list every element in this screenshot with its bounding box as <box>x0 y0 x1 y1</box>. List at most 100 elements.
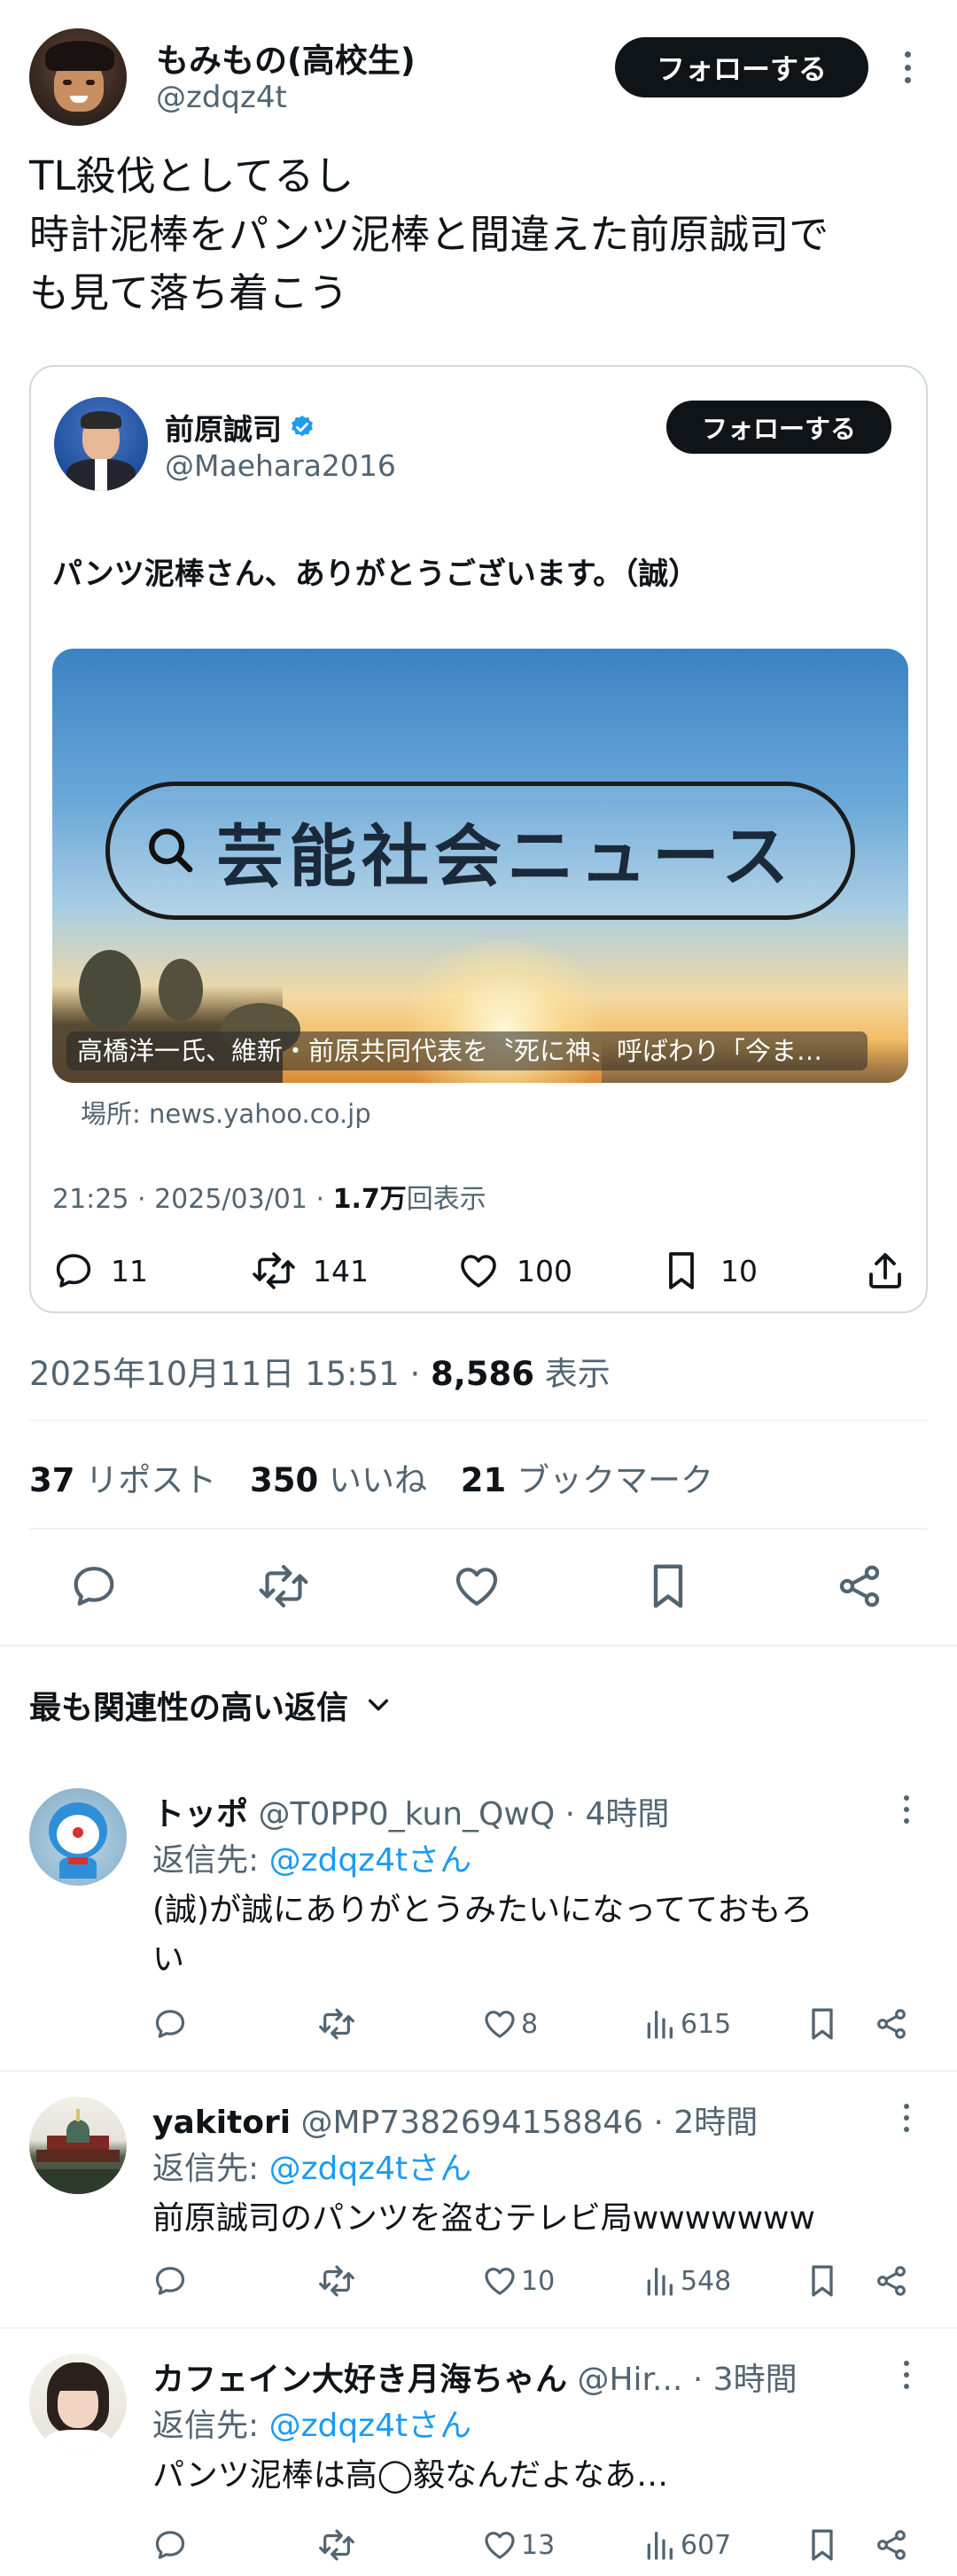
reposts-label: リポスト <box>85 1461 217 1499</box>
share-icon <box>839 1565 880 1607</box>
reply-avatar[interactable] <box>29 1788 127 1886</box>
reply-text-line: 前原誠司のパンツを盗むテレビ局wwwwwww <box>152 2200 815 2237</box>
timestamp-text[interactable]: 2025年10月11日 15:51 · <box>29 1355 431 1393</box>
reply-header: yakitori @MP7382694158846 · 2時間 <box>152 2097 888 2143</box>
card-search-bar: 芸能社会ニュース <box>105 782 855 920</box>
reply-avatar[interactable] <box>29 2097 127 2194</box>
quoted-follow-button[interactable]: フォローする <box>666 401 891 454</box>
link-card-image[interactable]: 芸能社会ニュース 高橋洋一氏、維新・前原共同代表を〝死に神〟呼ばわり「今ま… <box>52 649 908 1083</box>
share-icon[interactable] <box>874 2263 909 2299</box>
share-icon[interactable] <box>864 1249 906 1292</box>
more-icon[interactable] <box>901 51 914 83</box>
repost-icon[interactable] <box>317 2263 356 2299</box>
repost-icon[interactable] <box>317 2527 356 2563</box>
quoted-author-avatar[interactable] <box>54 397 148 491</box>
divider <box>0 2327 957 2329</box>
reply-time[interactable]: · 4時間 <box>565 1796 670 1833</box>
bookmark-icon <box>653 1564 683 1608</box>
reply-author-handle[interactable]: @T0PP0_kun_QwQ <box>258 1796 555 1833</box>
reply-to-link[interactable]: @zdqz4tさん <box>269 2151 472 2187</box>
like-button[interactable] <box>452 1561 502 1611</box>
reply-text-line: い <box>152 1942 185 1978</box>
repost-icon <box>251 1249 297 1292</box>
author-handle[interactable]: @zdqz4t <box>156 80 287 115</box>
quoted-like-count: 100 <box>517 1253 572 1288</box>
reply-icon[interactable] <box>152 2006 188 2042</box>
reply-author-name[interactable]: yakitori <box>152 2105 291 2141</box>
reply-like-button[interactable]: 8 <box>482 2006 538 2042</box>
divider <box>0 1645 957 1646</box>
reposts-stat[interactable]: 37 リポスト <box>29 1461 216 1499</box>
reply-to-link[interactable]: @zdqz4tさん <box>269 2408 472 2444</box>
tweet-timestamp: 2025年10月11日 15:51 · 8,586 表示 <box>29 1347 611 1395</box>
reply-to: 返信先: @zdqz4tさん <box>152 1834 471 1880</box>
reply-time[interactable]: · 3時間 <box>693 2362 798 2398</box>
quoted-display-name[interactable]: 前原誠司 <box>165 406 282 448</box>
reply-author-name[interactable]: トッポ <box>152 1796 248 1833</box>
reply-icon[interactable] <box>152 2527 188 2563</box>
repost-icon[interactable] <box>317 2006 356 2042</box>
share-icon[interactable] <box>874 2006 909 2042</box>
share-button[interactable] <box>835 1561 884 1611</box>
share-icon[interactable] <box>874 2527 909 2563</box>
reply-item[interactable]: トッポ @T0PP0_kun_QwQ · 4時間 返信先: @zdqz4tさん … <box>0 1772 957 2070</box>
bookmark-button[interactable] <box>645 1561 691 1611</box>
reply-to-link[interactable]: @zdqz4tさん <box>269 1842 472 1879</box>
bookmark-icon[interactable] <box>806 2527 838 2563</box>
quoted-bookmark-count: 10 <box>720 1253 758 1288</box>
reply-icon[interactable] <box>152 2263 188 2299</box>
quoted-tweet-card[interactable]: 前原誠司 @Maehara2016 フォローする パンツ泥棒さん、ありがとうござ… <box>29 365 928 1313</box>
reply-header: カフェイン大好き月海ちゃん @Hir... · 3時間 <box>152 2354 888 2400</box>
quoted-views-label: 回表示 <box>406 1184 486 1215</box>
author-display-name[interactable]: もみもの(高校生) <box>156 34 416 82</box>
reply-like-button[interactable]: 10 <box>482 2263 555 2299</box>
quoted-bookmark-button[interactable]: 10 <box>662 1249 758 1292</box>
likes-stat[interactable]: 350 いいね <box>250 1461 427 1499</box>
bookmarks-stat[interactable]: 21 ブックマーク <box>461 1461 713 1499</box>
reply-views[interactable]: 548 <box>643 2263 731 2299</box>
reply-avatar[interactable] <box>29 2354 127 2451</box>
like-icon <box>482 2006 517 2042</box>
quoted-repost-button[interactable]: 141 <box>251 1249 369 1292</box>
card-source[interactable]: 場所: news.yahoo.co.jp <box>81 1093 371 1131</box>
quoted-reply-count: 11 <box>111 1253 148 1288</box>
reply-views[interactable]: 615 <box>643 2006 731 2042</box>
quoted-views-count: 1.7万 <box>332 1184 407 1215</box>
chevron-down-icon <box>364 1691 393 1719</box>
bookmark-icon[interactable] <box>806 2006 838 2042</box>
bookmarks-count: 21 <box>460 1461 507 1499</box>
replies-sort-dropdown[interactable]: 最も関連性の高い返信 <box>29 1682 393 1728</box>
bookmark-icon[interactable] <box>806 2263 838 2299</box>
quoted-reply-button[interactable]: 11 <box>52 1249 148 1292</box>
quoted-tweet-text: パンツ泥棒さん、ありがとうございます。（誠） <box>52 556 699 592</box>
reply-author-name[interactable]: カフェイン大好き月海ちゃん <box>152 2362 567 2398</box>
repost-button[interactable] <box>257 1561 310 1611</box>
repost-icon <box>259 1565 308 1607</box>
divider <box>0 2070 957 2072</box>
reply-button[interactable] <box>69 1561 119 1611</box>
more-icon[interactable] <box>901 2361 912 2389</box>
more-icon[interactable] <box>901 2104 912 2132</box>
reply-like-button[interactable]: 13 <box>482 2527 555 2563</box>
quoted-like-button[interactable]: 100 <box>456 1249 572 1292</box>
reply-like-count: 10 <box>521 2265 556 2297</box>
quoted-meta: 21:25 · 2025/03/01 · 1.7万回表示 <box>52 1177 486 1216</box>
more-icon[interactable] <box>901 1795 912 1824</box>
reply-to-prefix: 返信先: <box>152 1842 269 1879</box>
reply-views[interactable]: 607 <box>643 2527 731 2563</box>
views-icon <box>643 2006 675 2042</box>
follow-button[interactable]: フォローする <box>615 37 868 97</box>
reply-item[interactable]: カフェイン大好き月海ちゃん @Hir... · 3時間 返信先: @zdqz4t… <box>0 2338 957 2576</box>
reply-like-count: 13 <box>521 2529 556 2561</box>
reply-item[interactable]: yakitori @MP7382694158846 · 2時間 返信先: @zd… <box>0 2081 957 2329</box>
author-avatar[interactable] <box>29 28 127 126</box>
tweet-text-line: TL殺伐としてるし <box>29 152 354 199</box>
reply-time[interactable]: · 2時間 <box>654 2105 759 2141</box>
quoted-handle[interactable]: @Maehara2016 <box>165 448 396 483</box>
reply-text: 前原誠司のパンツを盗むテレビ局wwwwwww <box>152 2194 914 2244</box>
follow-button-label: フォローする <box>656 52 827 86</box>
reply-author-handle[interactable]: @MP7382694158846 <box>301 2105 644 2141</box>
like-icon <box>455 1568 498 1606</box>
reply-to-prefix: 返信先: <box>152 2151 269 2187</box>
reply-author-handle[interactable]: @Hir... <box>577 2362 682 2398</box>
